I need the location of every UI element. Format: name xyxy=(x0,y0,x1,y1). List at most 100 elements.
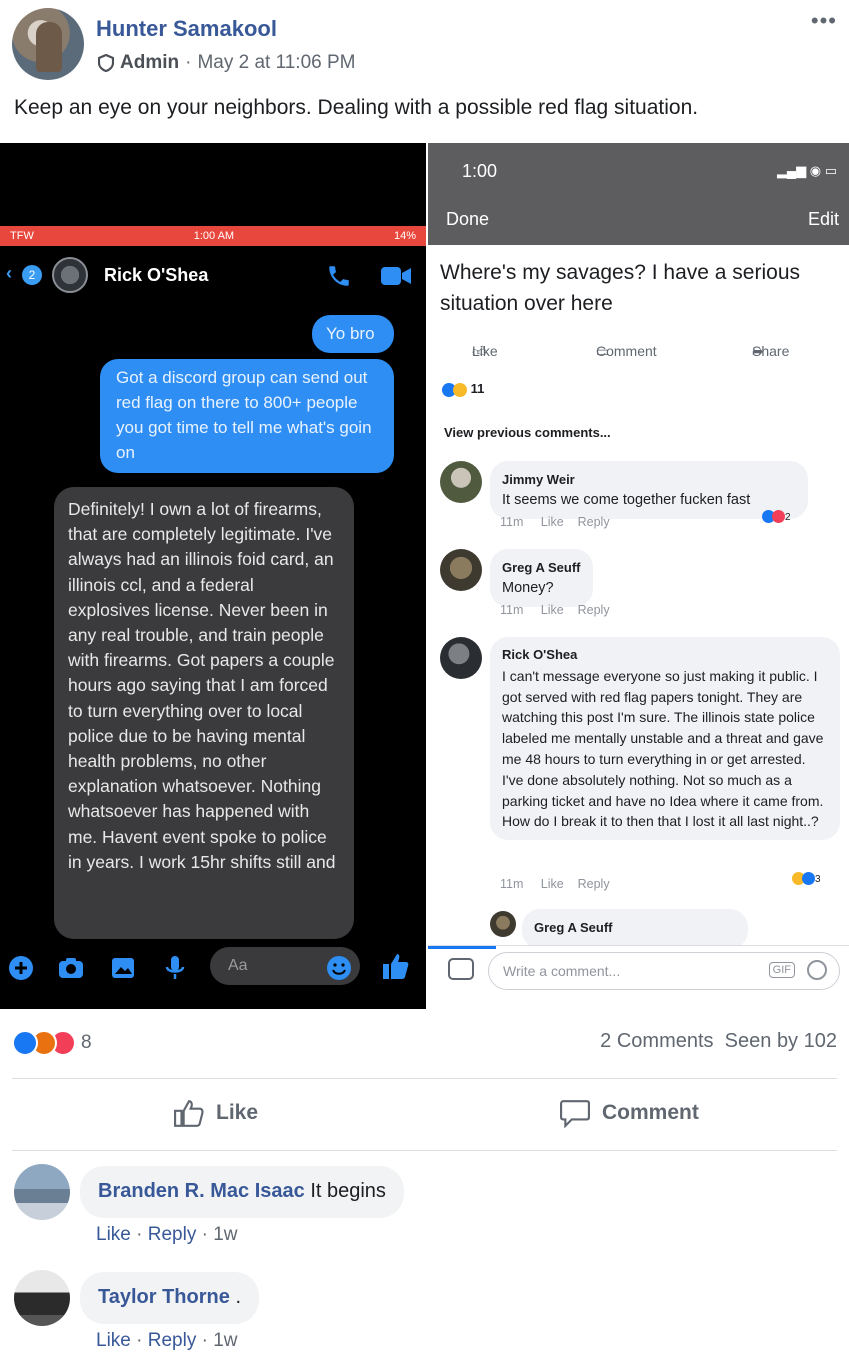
reaction-count: 8 xyxy=(81,1032,92,1053)
contact-name: Rick O'Shea xyxy=(104,265,209,285)
inner-comment-react-count: 2 xyxy=(785,512,791,523)
commenter-avatar xyxy=(440,637,482,679)
inner-comment-bubble: Greg A Seuff xyxy=(522,909,748,949)
video-camera-icon xyxy=(381,267,411,285)
like-reaction-icon xyxy=(12,1030,38,1056)
inner-comment-name: Greg A Seuff xyxy=(502,560,581,575)
write-comment-placeholder: Write a comment... xyxy=(503,963,621,979)
commenter-avatar xyxy=(440,461,482,503)
comment-time[interactable]: 1w xyxy=(213,1330,237,1351)
inner-comment-meta: 11m Like Reply xyxy=(500,515,610,529)
inner-comment-reply: Reply xyxy=(577,603,610,617)
post-meta: Admin · May 2 at 11:06 PM xyxy=(98,52,356,74)
inner-camera-icon xyxy=(448,958,474,980)
facebook-screenshot: 1:00 ▂▄▆ ◉ ▭ Done Edit Where's my savage… xyxy=(428,143,849,1009)
inner-comment-meta: 11m Like Reply xyxy=(500,603,610,617)
inner-reaction-count: 11 xyxy=(470,381,485,396)
inner-comment-like: Like xyxy=(540,515,564,529)
camera-icon xyxy=(59,958,83,978)
comment-like-link[interactable]: Like xyxy=(96,1330,131,1351)
messenger-header: ‹ 2 Rick O'Shea xyxy=(0,253,426,297)
comment-button[interactable]: Comment xyxy=(558,1098,699,1128)
comment-label: Comment xyxy=(602,1101,699,1124)
inner-comment-reactions: 2 xyxy=(762,509,791,524)
like-label: Like xyxy=(216,1101,259,1124)
author-avatar[interactable] xyxy=(12,8,84,80)
microphone-icon xyxy=(165,956,185,979)
commenter-name[interactable]: Taylor Thorne xyxy=(98,1286,230,1308)
inner-comment-meta: 11m Like Reply xyxy=(500,877,610,891)
comment-like-link[interactable]: Like xyxy=(96,1224,131,1245)
post-header: Hunter Samakool Admin · May 2 at 11:06 P… xyxy=(0,0,849,90)
post-reactions[interactable]: 8 xyxy=(12,1030,92,1056)
commenter-avatar[interactable] xyxy=(14,1164,70,1220)
image-icon xyxy=(112,958,134,978)
inner-comment-bubble: Jimmy Weir It seems we come together fuc… xyxy=(490,461,808,519)
gif-icon: GIF xyxy=(768,962,795,978)
inner-like-label: Like xyxy=(472,343,498,359)
write-comment-input: Write a comment... GIF xyxy=(488,952,840,990)
plus-icon xyxy=(9,956,33,980)
commenter-avatar xyxy=(440,549,482,591)
inner-comment-time: 11m xyxy=(500,877,524,891)
divider xyxy=(12,1150,837,1151)
message-bubble-received: Definitely! I own a lot of firearms, tha… xyxy=(54,487,354,939)
post-timestamp[interactable]: May 2 at 11:06 PM xyxy=(197,52,355,74)
inner-comment-like: Like xyxy=(540,603,564,617)
inner-comment-bubble: Greg A Seuff Money? xyxy=(490,549,593,607)
admin-label: Admin xyxy=(120,52,180,73)
divider xyxy=(12,1078,837,1079)
inner-like-reaction-icon xyxy=(802,872,815,886)
author-name[interactable]: Hunter Samakool xyxy=(96,16,277,42)
inner-comment-time: 11m xyxy=(500,515,524,529)
messenger-composer: Aa xyxy=(0,943,426,993)
carrier-label: TFW xyxy=(10,230,34,242)
admin-badge: Admin xyxy=(98,52,179,74)
commenter-avatar[interactable] xyxy=(14,1270,70,1326)
shield-icon xyxy=(98,54,114,72)
inner-comment-name: Jimmy Weir xyxy=(502,472,575,487)
post-text: Keep an eye on your neighbors. Dealing w… xyxy=(14,96,699,119)
write-comment-bar: Write a comment... GIF xyxy=(428,945,849,997)
inner-post-text: Where's my savages? I have a serious sit… xyxy=(440,261,801,315)
status-bar: TFW 1:00 AM 14% xyxy=(0,226,426,246)
inner-comment-name: Greg A Seuff xyxy=(534,920,613,935)
comment-time[interactable]: 1w xyxy=(213,1224,237,1245)
meta-separator: · xyxy=(185,52,192,73)
inner-comment-bubble: Rick O'Shea I can't message everyone so … xyxy=(490,637,840,841)
contact-avatar xyxy=(52,257,88,293)
inner-comment-reply: Reply xyxy=(577,877,610,891)
inner-comment-reply: Reply xyxy=(577,515,610,529)
phone-icon xyxy=(329,266,349,286)
phone-top-bar: 1:00 ▂▄▆ ◉ ▭ Done Edit xyxy=(428,143,849,245)
comment-bubble: Taylor Thorne . xyxy=(80,1272,259,1324)
comment-meta: Like · Reply · 1w xyxy=(96,1224,238,1245)
inner-comment-text: I can't message everyone so just making … xyxy=(502,667,824,830)
comment-reply-link[interactable]: Reply xyxy=(148,1224,197,1245)
done-button: Done xyxy=(446,209,490,229)
comment-text: . xyxy=(235,1286,241,1308)
inner-comment-name: Rick O'Shea xyxy=(502,647,578,662)
inner-comment-label: Comment xyxy=(596,343,657,359)
thumbs-up-outline-icon xyxy=(174,1100,204,1127)
comment-reply-link[interactable]: Reply xyxy=(148,1330,197,1351)
inner-comment-reactions: 3 xyxy=(792,871,821,886)
progress-line xyxy=(428,946,496,949)
like-button[interactable]: Like xyxy=(172,1098,258,1128)
message-bubble-sent: Got a discord group can send out red fla… xyxy=(100,359,394,473)
commenter-avatar xyxy=(490,911,516,937)
commenter-name[interactable]: Branden R. Mac Isaac xyxy=(98,1180,305,1202)
more-options-icon[interactable]: ••• xyxy=(811,8,837,34)
inner-wow-reaction-icon xyxy=(453,382,467,397)
inner-reactions: 11 xyxy=(442,381,484,397)
seen-by[interactable]: Seen by 102 xyxy=(725,1030,837,1052)
messenger-screenshot: TFW 1:00 AM 14% ‹ 2 Rick O'Shea Yo bro G… xyxy=(0,143,426,1009)
comment-text: It begins xyxy=(310,1180,386,1202)
battery-label: 14% xyxy=(393,230,416,242)
status-time: 1:00 AM xyxy=(193,230,235,242)
inner-comment-time: 11m xyxy=(500,603,524,617)
thumbs-up-icon xyxy=(383,954,409,979)
comments-count[interactable]: 2 Comments xyxy=(600,1030,713,1052)
inner-post-actions: 👍︎ Like ▭ Comment ➦ Share xyxy=(428,337,849,361)
message-bubble-sent: Yo bro xyxy=(312,315,394,353)
